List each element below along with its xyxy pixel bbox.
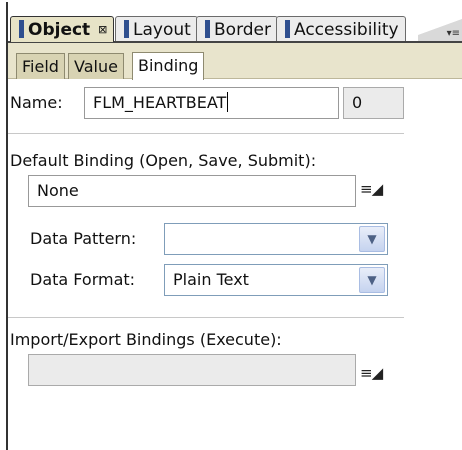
tab-overflow-button[interactable]: ▾≡ (418, 16, 462, 42)
name-index-field: 0 (343, 87, 404, 119)
data-format-label: Data Format: (30, 270, 136, 289)
data-format-value: Plain Text (173, 270, 249, 289)
tab-marker-icon (19, 20, 24, 38)
subtab-binding[interactable]: Binding (132, 52, 205, 80)
tab-accessibility-label: Accessibility (294, 20, 399, 40)
subtab-value[interactable]: Value (68, 53, 124, 79)
data-pattern-select[interactable]: ▼ (164, 223, 388, 255)
name-label: Name: (10, 93, 63, 112)
chevron-down-icon[interactable]: ▼ (359, 267, 385, 293)
subtab-value-label: Value (74, 57, 118, 76)
text-cursor (227, 92, 229, 112)
tab-object-label: Object (28, 20, 91, 40)
subtab-field[interactable]: Field (16, 53, 65, 79)
object-palette: Object ⊠ Layout Border Accessibility ▾≡ … (6, 2, 462, 450)
tab-object[interactable]: Object ⊠ (10, 16, 115, 42)
binding-menu-icon[interactable]: ≡◢ (360, 180, 383, 198)
default-binding-value: None (37, 181, 79, 200)
data-format-select[interactable]: Plain Text ▼ (164, 264, 388, 296)
chevron-overflow-icon: ▾≡ (446, 28, 460, 39)
section-divider (8, 317, 404, 318)
tab-strip: Object ⊠ Layout Border Accessibility ▾≡ (8, 2, 462, 42)
close-icon[interactable]: ⊠ (98, 23, 107, 36)
import-export-menu-icon[interactable]: ≡◢ (360, 364, 383, 382)
tab-border-label: Border (214, 20, 271, 40)
name-index-value: 0 (352, 93, 363, 112)
chevron-down-icon[interactable]: ▼ (359, 226, 385, 252)
section-divider (8, 133, 404, 134)
tab-layout[interactable]: Layout (115, 16, 198, 42)
data-pattern-label: Data Pattern: (30, 229, 137, 248)
tab-marker-icon (285, 20, 290, 38)
tab-layout-label: Layout (133, 20, 191, 40)
tab-marker-icon (205, 20, 210, 38)
subtab-field-label: Field (22, 57, 59, 76)
subtab-strip: Field Value Binding (8, 43, 462, 80)
subtab-binding-label: Binding (138, 56, 199, 75)
tab-accessibility[interactable]: Accessibility (276, 16, 406, 42)
import-export-label: Import/Export Bindings (Execute): (10, 330, 282, 349)
name-value: FLM_HEARTBEAT (93, 93, 227, 112)
import-export-field (28, 354, 356, 386)
tab-marker-icon (124, 20, 129, 38)
tab-border[interactable]: Border (196, 16, 278, 42)
name-field[interactable]: FLM_HEARTBEAT (84, 87, 339, 119)
default-binding-label: Default Binding (Open, Save, Submit): (10, 151, 317, 170)
default-binding-field[interactable]: None (28, 175, 356, 207)
